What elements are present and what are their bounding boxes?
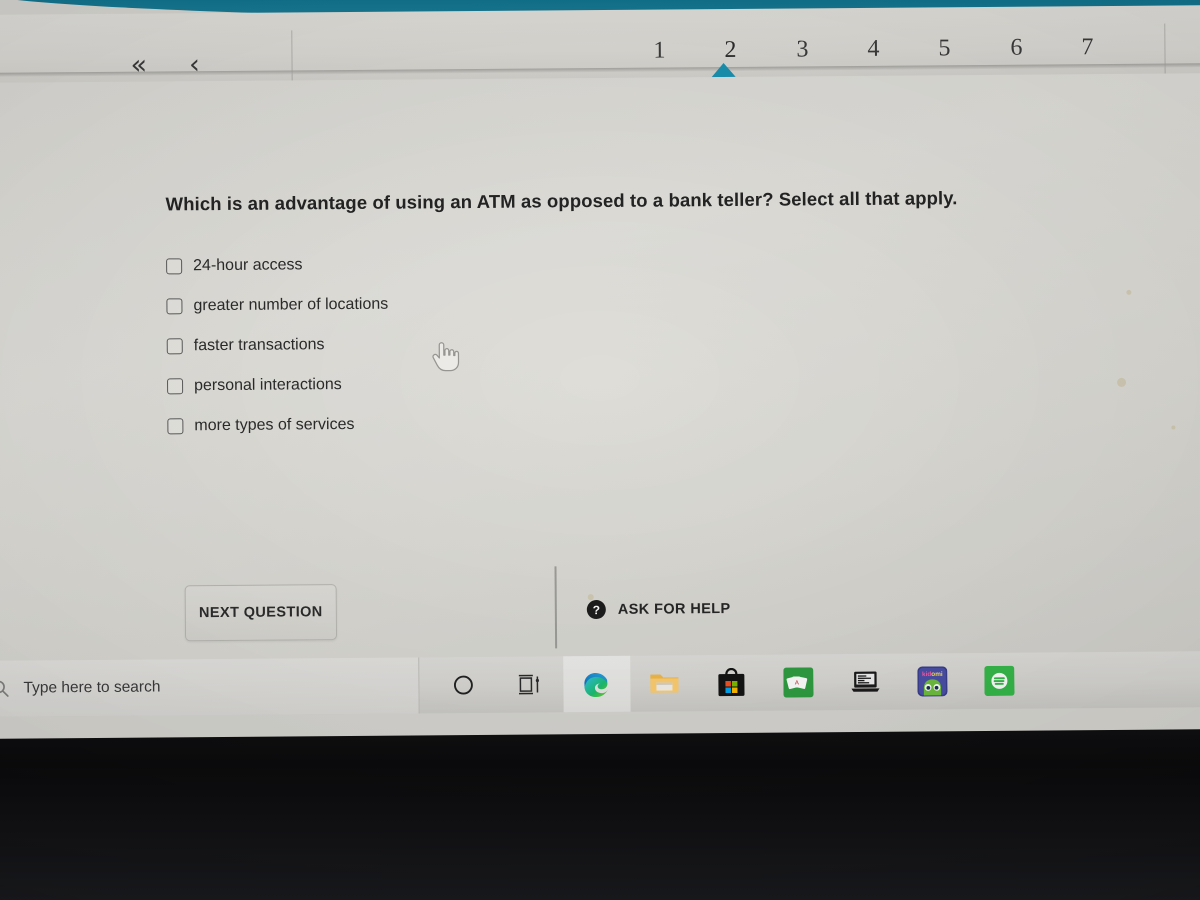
svg-text:kidomi: kidomi [922,671,943,678]
checkbox-icon-3[interactable] [166,338,183,355]
nav-divider-right [1164,23,1166,76]
laptop-bezel-bottom [0,718,1200,900]
answer-option-2-label: greater number of locations [193,295,389,315]
search-magnifier-icon [0,680,9,697]
taskbar-item-remote-laptop[interactable] [831,654,898,711]
windows-taskbar: Type here to search A kidomi [0,651,1200,717]
checkbox-icon-1[interactable] [166,258,183,275]
taskbar-icon-strip: A kidomi [429,653,1032,714]
action-divider [554,566,557,649]
green-media-icon [983,665,1015,696]
answer-option-3[interactable]: faster transactions [166,325,389,367]
question-text: Which is an advantage of using an ATM as… [165,187,958,215]
kidomi-icon: kidomi [916,666,947,697]
laptop-screen-photo: « ‹ 1 2 3 4 5 6 7 Which is an advantage … [0,0,1200,900]
answer-options-list: 24-hour access greater number of locatio… [166,245,389,447]
screen-surface: « ‹ 1 2 3 4 5 6 7 Which is an advantage … [0,0,1200,739]
taskbar-item-file-explorer[interactable] [630,655,697,712]
taskbar-item-kidomi[interactable]: kidomi [898,653,965,710]
answer-option-5[interactable]: more types of services [167,405,389,447]
answer-option-4[interactable]: personal interactions [167,365,389,407]
search-placeholder-text: Type here to search [23,678,161,697]
nav-divider-left [291,30,293,83]
taskbar-search-box[interactable]: Type here to search [0,657,420,717]
question-number-4[interactable]: 4 [860,36,886,63]
checkbox-icon-2[interactable] [166,298,183,315]
answer-option-3-label: faster transactions [193,336,325,355]
question-number-3[interactable]: 3 [789,36,815,63]
taskbar-item-cortana[interactable] [429,657,496,714]
answer-option-5-label: more types of services [194,415,355,435]
taskbar-item-solitaire[interactable]: A [764,654,831,711]
question-number-1[interactable]: 1 [646,37,672,64]
checkbox-icon-5[interactable] [167,418,184,435]
task-view-icon [518,674,539,695]
taskbar-item-green-media[interactable] [965,653,1032,710]
question-number-2[interactable]: 2 [717,37,743,64]
solitaire-icon: A [782,667,814,698]
answer-option-2[interactable]: greater number of locations [166,285,388,327]
quiz-content-area: Which is an advantage of using an ATM as… [0,73,1200,661]
pointing-hand-cursor [432,342,460,372]
question-mark-circle-icon: ? [586,599,606,620]
next-question-button[interactable]: NEXT QUESTION [184,584,338,642]
cortana-icon [453,675,473,695]
remote-laptop-icon [850,671,880,692]
question-number-6[interactable]: 6 [1003,35,1029,62]
taskbar-item-microsoft-edge[interactable] [563,655,631,713]
taskbar-item-task-view[interactable] [496,656,563,713]
question-number-7[interactable]: 7 [1074,34,1100,61]
taskbar-item-microsoft-store[interactable] [697,655,764,712]
question-number-5[interactable]: 5 [931,35,957,62]
svg-text:A: A [794,680,798,686]
ask-for-help-label: ASK FOR HELP [617,600,731,618]
answer-option-1[interactable]: 24-hour access [166,245,388,287]
microsoft-edge-icon [583,673,608,698]
checkbox-icon-4[interactable] [167,378,184,395]
microsoft-store-icon [717,667,745,697]
active-question-marker-icon [711,62,736,78]
ask-for-help-button[interactable]: ? ASK FOR HELP [586,599,731,620]
answer-option-1-label: 24-hour access [193,256,303,275]
answer-option-4-label: personal interactions [193,376,342,395]
file-explorer-icon [649,674,678,693]
